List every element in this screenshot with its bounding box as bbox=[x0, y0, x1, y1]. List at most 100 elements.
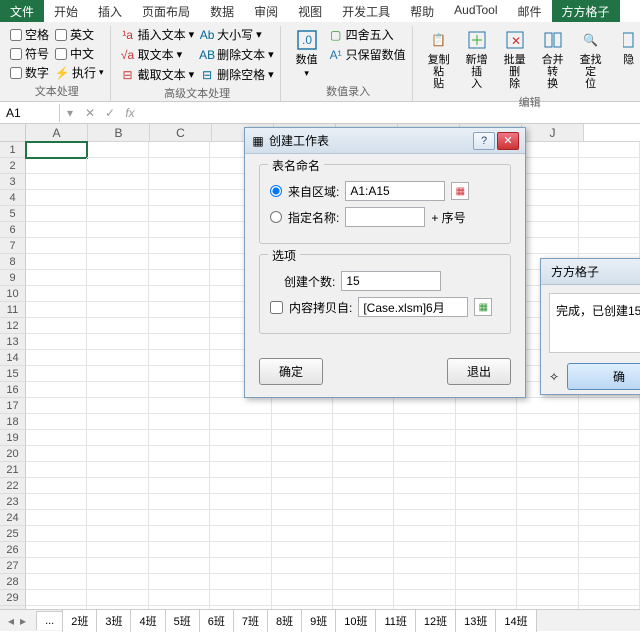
cell[interactable] bbox=[579, 462, 640, 478]
chk-symbol[interactable]: 符号 bbox=[10, 45, 49, 62]
nav-first-icon[interactable]: ◂ bbox=[6, 614, 16, 628]
cell[interactable] bbox=[26, 526, 87, 542]
cell[interactable] bbox=[210, 478, 271, 494]
menu-item[interactable]: 邮件 bbox=[508, 0, 552, 22]
cell[interactable] bbox=[333, 430, 394, 446]
cell[interactable] bbox=[26, 510, 87, 526]
row-header[interactable]: 17 bbox=[0, 398, 26, 414]
cell[interactable] bbox=[517, 574, 578, 590]
menu-file[interactable]: 文件 bbox=[0, 0, 44, 22]
cell[interactable] bbox=[149, 366, 210, 382]
row-header[interactable]: 27 bbox=[0, 558, 26, 574]
cell[interactable] bbox=[394, 558, 455, 574]
cell[interactable] bbox=[26, 590, 87, 606]
cell[interactable] bbox=[87, 206, 148, 222]
ok-button[interactable]: 确 bbox=[567, 363, 640, 390]
cell[interactable] bbox=[149, 350, 210, 366]
cell[interactable] bbox=[579, 430, 640, 446]
cell[interactable] bbox=[149, 526, 210, 542]
cell[interactable] bbox=[26, 174, 87, 190]
row-header[interactable]: 12 bbox=[0, 318, 26, 334]
cell[interactable] bbox=[210, 574, 271, 590]
sheet-tab[interactable]: 8班 bbox=[267, 609, 302, 632]
chk-exec[interactable]: ⚡执行 ▾ bbox=[55, 64, 104, 81]
menu-item[interactable]: 开始 bbox=[44, 0, 88, 22]
cell[interactable] bbox=[394, 462, 455, 478]
cell[interactable] bbox=[394, 398, 455, 414]
cell[interactable] bbox=[26, 478, 87, 494]
cell[interactable] bbox=[26, 206, 87, 222]
cell[interactable] bbox=[579, 526, 640, 542]
sheet-tab[interactable]: 13班 bbox=[455, 609, 496, 632]
cell[interactable] bbox=[394, 414, 455, 430]
menu-item-active[interactable]: 方方格子 bbox=[552, 0, 620, 22]
cell[interactable] bbox=[272, 414, 333, 430]
col-header[interactable]: B bbox=[88, 124, 150, 141]
cell[interactable] bbox=[517, 222, 578, 238]
cell[interactable] bbox=[517, 510, 578, 526]
cell[interactable] bbox=[272, 478, 333, 494]
nav-last-icon[interactable]: ▸ bbox=[18, 614, 28, 628]
input-range[interactable] bbox=[345, 181, 445, 201]
menu-item[interactable]: 审阅 bbox=[244, 0, 288, 22]
cell[interactable] bbox=[26, 270, 87, 286]
sheet-picker-button[interactable]: ▦ bbox=[474, 298, 492, 316]
input-count[interactable] bbox=[341, 271, 441, 291]
cell[interactable] bbox=[272, 558, 333, 574]
row-header[interactable]: 1 bbox=[0, 142, 26, 158]
row-header[interactable]: 4 bbox=[0, 190, 26, 206]
cell[interactable] bbox=[579, 142, 640, 158]
cell[interactable] bbox=[272, 494, 333, 510]
select-all-corner[interactable] bbox=[0, 124, 26, 142]
menu-item[interactable]: 开发工具 bbox=[332, 0, 400, 22]
cell[interactable] bbox=[394, 478, 455, 494]
row-header[interactable]: 7 bbox=[0, 238, 26, 254]
cell[interactable] bbox=[149, 158, 210, 174]
cell[interactable] bbox=[87, 174, 148, 190]
cell[interactable] bbox=[87, 398, 148, 414]
cell[interactable] bbox=[456, 558, 517, 574]
cell[interactable] bbox=[333, 590, 394, 606]
cell[interactable] bbox=[87, 430, 148, 446]
menu-item[interactable]: 数据 bbox=[200, 0, 244, 22]
btn-get-text[interactable]: √a取文本 ▾ bbox=[121, 46, 195, 63]
cell[interactable] bbox=[149, 430, 210, 446]
cell[interactable] bbox=[87, 542, 148, 558]
cell[interactable] bbox=[26, 574, 87, 590]
cell[interactable] bbox=[394, 542, 455, 558]
btn-merge[interactable]: 合并转 换 bbox=[537, 26, 569, 92]
sheet-nav[interactable]: ◂▸ bbox=[6, 614, 28, 628]
cell[interactable] bbox=[517, 478, 578, 494]
cell[interactable] bbox=[87, 478, 148, 494]
btn-keep-num[interactable]: A¹只保留数值 bbox=[329, 46, 406, 63]
menu-item[interactable]: 帮助 bbox=[400, 0, 444, 22]
confirm-icon[interactable]: ✓ bbox=[100, 106, 120, 120]
cell[interactable] bbox=[26, 382, 87, 398]
dialog-titlebar[interactable]: ▦ 创建工作表 ? ✕ bbox=[245, 128, 525, 154]
btn-del-space[interactable]: ⊟删除空格 ▾ bbox=[200, 66, 274, 83]
cell[interactable] bbox=[579, 414, 640, 430]
btn-case[interactable]: Ab大小写 ▾ bbox=[200, 26, 274, 43]
row-header[interactable]: 14 bbox=[0, 350, 26, 366]
range-picker-button[interactable]: ▦ bbox=[451, 182, 469, 200]
cell[interactable] bbox=[149, 382, 210, 398]
cell[interactable] bbox=[149, 318, 210, 334]
cell[interactable] bbox=[579, 542, 640, 558]
cell[interactable] bbox=[579, 158, 640, 174]
cell[interactable] bbox=[394, 494, 455, 510]
cell[interactable] bbox=[149, 446, 210, 462]
cell[interactable] bbox=[26, 254, 87, 270]
cell[interactable] bbox=[149, 238, 210, 254]
cell[interactable] bbox=[149, 254, 210, 270]
cell[interactable] bbox=[149, 398, 210, 414]
sheet-tab[interactable]: 7班 bbox=[233, 609, 268, 632]
cell[interactable] bbox=[517, 414, 578, 430]
cell[interactable] bbox=[517, 142, 578, 158]
cell[interactable] bbox=[149, 462, 210, 478]
cell[interactable] bbox=[333, 398, 394, 414]
cell[interactable] bbox=[87, 350, 148, 366]
row-header[interactable]: 26 bbox=[0, 542, 26, 558]
row-header[interactable]: 19 bbox=[0, 430, 26, 446]
cell[interactable] bbox=[210, 510, 271, 526]
cell[interactable] bbox=[210, 462, 271, 478]
